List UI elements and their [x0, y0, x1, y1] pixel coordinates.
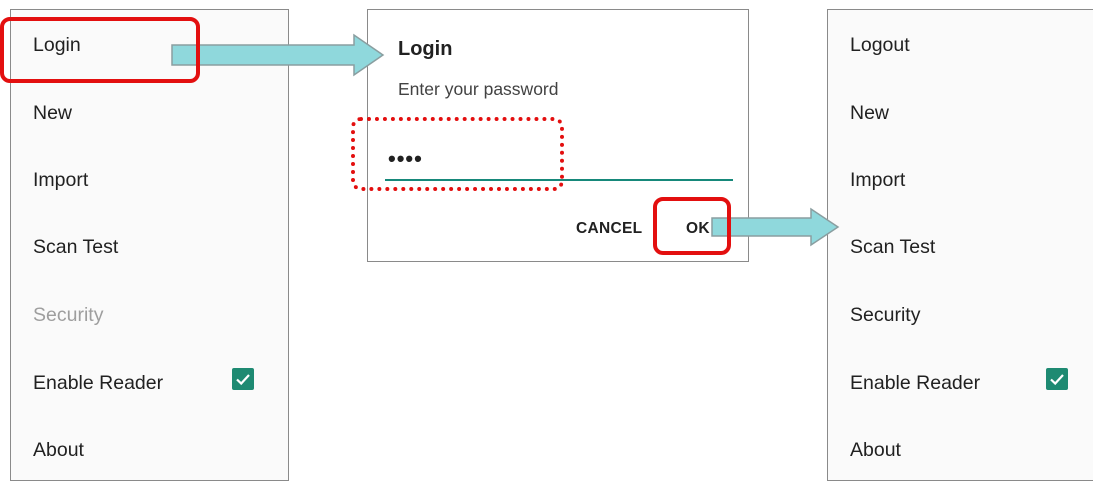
enable-reader-checkbox[interactable] [1046, 368, 1068, 390]
right-options-menu: Logout New Import Scan Test Security Ena… [827, 9, 1093, 481]
menu-item-import[interactable]: Import [850, 168, 905, 192]
password-highlight-frame [351, 117, 564, 191]
dialog-title: Login [398, 38, 453, 60]
checkmark-icon [1050, 374, 1064, 386]
dialog-message: Enter your password [398, 79, 559, 99]
menu-item-enable-reader[interactable]: Enable Reader [33, 371, 163, 395]
menu-item-security: Security [33, 304, 104, 326]
cancel-button[interactable]: CANCEL [576, 220, 642, 238]
menu-item-logout[interactable]: Logout [850, 33, 910, 57]
checkmark-icon [236, 374, 250, 386]
menu-item-new[interactable]: New [33, 101, 72, 125]
ok-highlight-frame [653, 197, 731, 255]
menu-item-scan-test[interactable]: Scan Test [33, 235, 118, 259]
menu-item-about[interactable]: About [850, 438, 901, 462]
menu-item-enable-reader[interactable]: Enable Reader [850, 371, 980, 395]
menu-item-scan-test[interactable]: Scan Test [850, 235, 935, 259]
enable-reader-checkbox[interactable] [232, 368, 254, 390]
menu-item-new[interactable]: New [850, 101, 889, 125]
menu-item-import[interactable]: Import [33, 168, 88, 192]
login-highlight-frame [0, 17, 200, 83]
menu-item-about[interactable]: About [33, 438, 84, 462]
arrow-right-icon [171, 33, 385, 77]
menu-item-security[interactable]: Security [850, 303, 920, 327]
